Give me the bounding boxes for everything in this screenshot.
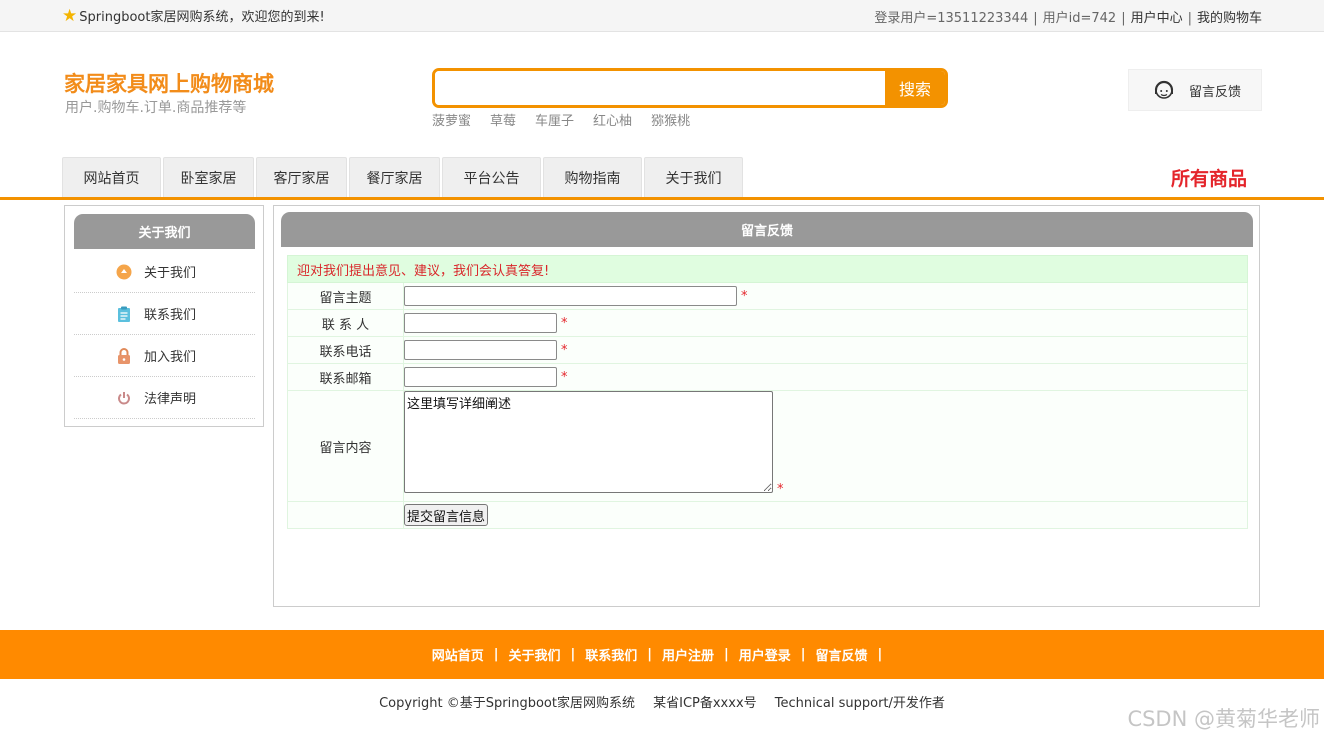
clipboard-icon — [116, 306, 132, 322]
email-input[interactable] — [404, 367, 557, 387]
required-mark: * — [561, 342, 568, 358]
support-text: Technical support/开发作者 — [774, 696, 945, 711]
nav-tab-guide[interactable]: 购物指南 — [543, 157, 642, 197]
nav-tab-livingroom[interactable]: 客厅家居 — [256, 157, 347, 197]
copyright-line: Copyright ©基于Springboot家居网购系统 某省ICP备xxxx… — [0, 692, 1324, 711]
separator: | — [493, 647, 499, 662]
phone-input[interactable] — [404, 340, 557, 360]
search-box: 搜索 — [432, 68, 948, 108]
email-label: 联系邮箱 — [288, 364, 404, 390]
top-links: 登录用户=13511223344 | 用户id=742 | 用户中心 | 我的购物车 — [874, 7, 1262, 26]
sidebar-item-label: 加入我们 — [144, 350, 197, 365]
form-row-contact: 联 系 人 * — [287, 310, 1248, 337]
user-id-text: 用户id=742 — [1042, 11, 1117, 26]
separator: | — [724, 647, 729, 662]
nav-tab-home[interactable]: 网站首页 — [62, 157, 161, 197]
hot-keyword[interactable]: 红心柚 — [593, 110, 632, 129]
content-textarea[interactable]: 这里填写详细阐述 — [404, 391, 773, 493]
footer-link-register[interactable]: 用户注册 — [662, 645, 714, 664]
sidebar-item-contact[interactable]: 联系我们 — [74, 293, 255, 335]
hot-keyword[interactable]: 菠萝蜜 — [432, 110, 471, 129]
nav-divider — [0, 197, 1324, 200]
hot-keywords: 菠萝蜜 草莓 车厘子 红心柚 猕猴桃 — [432, 110, 690, 129]
separator: | — [800, 647, 806, 662]
required-mark: * — [561, 369, 568, 385]
headset-user-icon — [1154, 80, 1174, 99]
submit-feedback-button[interactable]: 提交留言信息 — [404, 504, 489, 526]
copyright-text: Copyright ©基于Springboot家居网购系统 — [379, 696, 635, 711]
feedback-entry-label: 留言反馈 — [1189, 84, 1242, 100]
nav-tab-announcement[interactable]: 平台公告 — [442, 157, 541, 197]
power-icon — [116, 390, 132, 406]
required-mark: * — [561, 315, 568, 331]
footer-link-login[interactable]: 用户登录 — [739, 645, 791, 664]
form-row-phone: 联系电话 * — [287, 337, 1248, 364]
separator: | — [647, 647, 652, 662]
contact-input[interactable] — [404, 313, 557, 333]
hot-keyword[interactable]: 车厘子 — [535, 110, 574, 129]
nav-tab-about[interactable]: 关于我们 — [644, 157, 743, 197]
all-goods-link[interactable]: 所有商品 — [1171, 164, 1247, 191]
footer-links: 网站首页 | 关于我们 | 联系我们 | 用户注册 | 用户登录 | 留言反馈 | — [0, 630, 1324, 679]
hot-keyword[interactable]: 猕猴桃 — [651, 110, 690, 129]
welcome-text: Springboot家居网购系统，欢迎您的到来! — [79, 10, 325, 25]
sidebar-item-label: 法律声明 — [144, 392, 197, 407]
content-label: 留言内容 — [288, 391, 404, 501]
top-bar: ★ Springboot家居网购系统，欢迎您的到来! 登录用户=13511223… — [0, 0, 1324, 32]
user-center-link[interactable]: 用户中心 — [1131, 11, 1183, 26]
footer-link-contact[interactable]: 联系我们 — [585, 645, 637, 664]
required-mark: * — [777, 482, 784, 497]
notice-message: 迎对我们提出意见、建议，我们会认真答复! — [287, 255, 1248, 283]
form-row-subject: 留言主题 * — [287, 283, 1248, 310]
phone-label: 联系电话 — [288, 337, 404, 363]
footer-link-about[interactable]: 关于我们 — [508, 645, 560, 664]
sidebar-item-label: 联系我们 — [144, 308, 197, 323]
feedback-entry-button[interactable]: 留言反馈 — [1128, 69, 1262, 111]
panel-title: 留言反馈 — [281, 212, 1253, 247]
separator: | — [1121, 11, 1126, 26]
nav-tab-bedroom[interactable]: 卧室家居 — [163, 157, 254, 197]
hot-keyword[interactable]: 草莓 — [490, 110, 516, 129]
star-icon: ★ — [62, 5, 78, 26]
feedback-panel: 留言反馈 迎对我们提出意见、建议，我们会认真答复! 留言主题 * 联 系 人 *… — [273, 205, 1260, 607]
search-button[interactable]: 搜索 — [885, 71, 945, 105]
sidebar-item-legal[interactable]: 法律声明 — [74, 377, 255, 419]
my-cart-link[interactable]: 我的购物车 — [1197, 11, 1262, 26]
form-row-content: 留言内容 这里填写详细阐述 * — [287, 391, 1248, 502]
orange-circle-icon — [116, 264, 132, 280]
separator: | — [1187, 11, 1192, 26]
main-nav: 网站首页 卧室家居 客厅家居 餐厅家居 平台公告 购物指南 关于我们 — [62, 157, 745, 197]
separator: | — [570, 647, 576, 662]
subject-input[interactable] — [404, 286, 737, 306]
sidebar: 关于我们 关于我们 联系我们 加入我们 法律声明 — [64, 205, 264, 427]
form-row-email: 联系邮箱 * — [287, 364, 1248, 391]
site-subtitle: 用户.购物车.订单.商品推荐等 — [65, 100, 247, 116]
empty-label — [288, 502, 404, 528]
watermark: CSDN @黄菊华老师 — [1127, 707, 1320, 731]
site-title: 家居家具网上购物商城 — [64, 72, 274, 96]
footer-link-home[interactable]: 网站首页 — [432, 645, 484, 664]
nav-tab-diningroom[interactable]: 餐厅家居 — [349, 157, 440, 197]
sidebar-item-join[interactable]: 加入我们 — [74, 335, 255, 377]
subject-label: 留言主题 — [288, 283, 404, 309]
separator: | — [877, 647, 883, 662]
form-row-submit: 提交留言信息 — [287, 502, 1248, 529]
required-mark: * — [741, 288, 748, 304]
feedback-form: 迎对我们提出意见、建议，我们会认真答复! 留言主题 * 联 系 人 * 联系电话… — [287, 255, 1248, 529]
footer-link-feedback[interactable]: 留言反馈 — [816, 645, 868, 664]
search-input[interactable] — [435, 71, 885, 105]
contact-label: 联 系 人 — [288, 310, 404, 336]
sidebar-title: 关于我们 — [74, 214, 255, 249]
icp-text: 某省ICP备xxxx号 — [653, 696, 757, 711]
welcome-message: ★ Springboot家居网购系统，欢迎您的到来! — [62, 6, 325, 25]
sidebar-item-label: 关于我们 — [144, 266, 197, 281]
sidebar-item-about[interactable]: 关于我们 — [74, 251, 255, 293]
lock-icon — [116, 347, 132, 364]
login-user-text: 登录用户=13511223344 — [874, 11, 1029, 26]
separator: | — [1033, 11, 1038, 26]
